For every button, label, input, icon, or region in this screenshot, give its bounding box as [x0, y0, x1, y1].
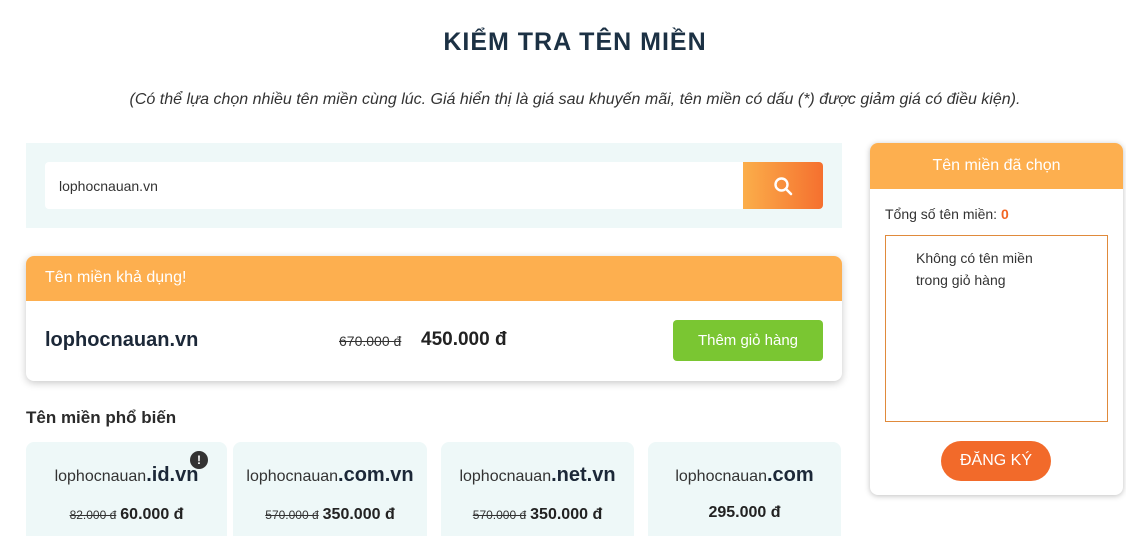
domain-base: lophocnauan: [459, 468, 552, 485]
page-subtitle: (Có thể lựa chọn nhiều tên miền cùng lúc…: [129, 91, 1021, 108]
old-price: 570.000 đ: [265, 508, 319, 522]
search-input[interactable]: [45, 162, 743, 209]
available-header: Tên miền khả dụng!: [26, 256, 842, 301]
popular-domain-name: lophocnauan.id.vn: [26, 464, 227, 487]
popular-domain-price: 295.000 đ: [648, 504, 841, 522]
new-price: 60.000 đ: [120, 506, 184, 523]
popular-domain-card[interactable]: lophocnauan.com.vn 570.000 đ 350.000 đ: [233, 442, 427, 536]
cart-total: Tổng số tên miền: 0: [885, 206, 1009, 222]
domain-base: lophocnauan: [675, 468, 767, 485]
domain-base: lophocnauan: [246, 468, 339, 485]
popular-domain-card[interactable]: ! lophocnauan.id.vn 82.000 đ 60.000 đ: [26, 442, 227, 536]
page-title: KIỂM TRA TÊN MIỀN: [443, 28, 707, 56]
search-button[interactable]: [743, 162, 823, 209]
new-price: 295.000 đ: [708, 504, 781, 521]
popular-domain-card[interactable]: lophocnauan.net.vn 570.000 đ 350.000 đ: [441, 442, 634, 536]
domain-base: lophocnauan: [54, 468, 147, 485]
search-panel: [26, 143, 842, 228]
popular-domain-card[interactable]: lophocnauan.com 295.000 đ: [648, 442, 841, 536]
selected-domains-panel: Tên miền đã chọn Tổng số tên miền: 0 Khô…: [870, 143, 1123, 495]
available-domain-name: lophocnauan.vn: [45, 329, 199, 351]
cart-header: Tên miền đã chọn: [870, 143, 1123, 189]
old-price: 570.000 đ: [472, 508, 527, 522]
popular-domain-name: lophocnauan.com: [648, 464, 841, 487]
popular-domain-price: 570.000 đ 350.000 đ: [441, 506, 634, 524]
new-price: 350.000 đ: [322, 506, 395, 523]
domain-extension: .net.vn: [551, 464, 616, 486]
add-to-cart-button[interactable]: Thêm giỏ hàng: [673, 320, 823, 361]
search-icon: [774, 176, 793, 195]
available-new-price: 450.000 đ: [421, 329, 507, 350]
new-price: 350.000 đ: [530, 506, 603, 523]
domain-extension: .com.vn: [338, 464, 414, 486]
popular-domains-title: Tên miền phổ biến: [26, 408, 177, 427]
available-domain-card: Tên miền khả dụng! lophocnauan.vn 670.00…: [26, 256, 842, 381]
cart-total-label: Tổng số tên miền:: [885, 206, 998, 222]
popular-domain-name: lophocnauan.com.vn: [233, 464, 427, 487]
register-button[interactable]: ĐĂNG KÝ: [941, 441, 1051, 481]
popular-domain-price: 570.000 đ 350.000 đ: [233, 506, 427, 524]
domain-extension: .id.vn: [146, 464, 199, 486]
old-price: 82.000 đ: [69, 508, 117, 522]
popular-domain-name: lophocnauan.net.vn: [441, 464, 634, 487]
available-old-price: 670.000 đ: [339, 333, 402, 349]
domain-extension: .com: [766, 464, 814, 486]
cart-list: Không có tên miền trong giỏ hàng: [885, 235, 1108, 422]
cart-total-count: 0: [1000, 206, 1009, 222]
cart-empty-message: Không có tên miền trong giỏ hàng: [916, 250, 1033, 288]
popular-domain-price: 82.000 đ 60.000 đ: [26, 506, 227, 524]
